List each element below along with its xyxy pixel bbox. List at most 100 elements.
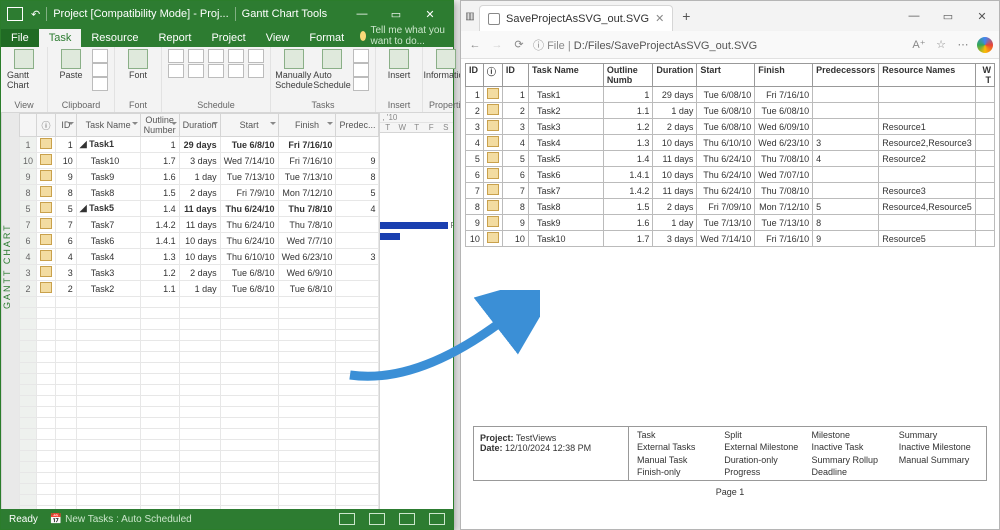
- maximize-icon[interactable]: ▭: [379, 8, 413, 21]
- task-row[interactable]: 44Task41.310 daysThu 6/10/10Wed 6/23/103: [20, 249, 379, 265]
- reader-icon[interactable]: A⁺: [911, 38, 927, 51]
- col-finish[interactable]: Finish: [295, 120, 319, 130]
- auto-schedule-button[interactable]: Auto Schedule: [315, 49, 349, 91]
- legend-item: Inactive Task: [808, 441, 895, 453]
- menu-project[interactable]: Project: [201, 29, 255, 47]
- titlebar[interactable]: ↶ Project [Compatibility Mode] - Proj...…: [1, 1, 453, 27]
- view-usage-icon[interactable]: [399, 513, 415, 525]
- new-tab-button[interactable]: +: [673, 5, 699, 27]
- legend-item: Task: [633, 429, 720, 441]
- menu-resource[interactable]: Resource: [81, 29, 148, 47]
- legend-item: Summary Rollup: [808, 454, 895, 466]
- qat-undo-icon[interactable]: ↶: [31, 8, 40, 21]
- legend-item: [895, 466, 982, 478]
- close-icon[interactable]: ✕: [413, 8, 447, 21]
- task-row[interactable]: 1010Task101.73 daysWed 7/14/10Fri 7/16/1…: [20, 153, 379, 169]
- br-minimize-icon[interactable]: —: [897, 10, 931, 23]
- task-grid[interactable]: ⓘ ID Task Name Outline Number Duration S…: [19, 113, 379, 509]
- br-close-icon[interactable]: ✕: [965, 10, 999, 23]
- gantt-bar[interactable]: [380, 233, 400, 240]
- minimize-icon[interactable]: —: [345, 8, 379, 20]
- url-field[interactable]: ⓘ File | D:/Files/SaveProjectAsSVG_out.S…: [533, 37, 905, 53]
- view-gantt-icon[interactable]: [369, 513, 385, 525]
- view-sidebar[interactable]: GANTT CHART: [1, 113, 19, 509]
- menu-task[interactable]: Task: [39, 29, 82, 47]
- pct0-icon[interactable]: [208, 49, 224, 63]
- save-icon[interactable]: [7, 7, 23, 21]
- svg-legend: Project: TestViews Date: 12/10/2024 12:3…: [473, 426, 987, 481]
- paste-button[interactable]: Paste: [54, 49, 88, 91]
- refresh-icon[interactable]: ⟳: [511, 38, 527, 51]
- task-row[interactable]: 55◢ Task51.411 daysThu 6/24/10Thu 7/8/10…: [20, 201, 379, 217]
- col-indicator[interactable]: ⓘ: [42, 121, 51, 131]
- outdent-icon[interactable]: [168, 49, 184, 63]
- legend-item: External Milestone: [720, 441, 807, 453]
- tab-close-icon[interactable]: ✕: [655, 12, 664, 25]
- legend-item: Manual Summary: [895, 454, 982, 466]
- view-normal-icon[interactable]: [339, 513, 355, 525]
- svg-table-row: 11Task1129 daysTue 6/08/10Fri 7/16/10: [466, 87, 995, 103]
- indent-icon[interactable]: [188, 49, 204, 63]
- msproject-window: ↶ Project [Compatibility Mode] - Proj...…: [0, 0, 454, 530]
- svg-table-row: 66Task61.4.110 daysThu 6/24/10Wed 7/07/1…: [466, 167, 995, 183]
- task-row[interactable]: 66Task61.4.110 daysThu 6/24/10Wed 7/7/10: [20, 233, 379, 249]
- font-button[interactable]: Font: [121, 49, 155, 80]
- svg-document: ID ⓘ ID Task Name Outline Numb Duration …: [465, 63, 995, 511]
- menu-report[interactable]: Report: [148, 29, 201, 47]
- pct50-icon[interactable]: [248, 49, 264, 63]
- split-icon[interactable]: [208, 64, 224, 78]
- inspect-icon[interactable]: [353, 49, 369, 63]
- favorite-icon[interactable]: ☆: [933, 38, 949, 51]
- menu-icon[interactable]: ⋯: [955, 38, 971, 51]
- br-maximize-icon[interactable]: ▭: [931, 10, 965, 23]
- pct100-icon[interactable]: [248, 64, 264, 78]
- col-pred[interactable]: Predec...: [339, 120, 375, 130]
- pct75-icon[interactable]: [228, 64, 244, 78]
- pct25-icon[interactable]: [228, 49, 244, 63]
- legend-item: Finish-only: [633, 466, 720, 478]
- address-bar: ← → ⟳ ⓘ File | D:/Files/SaveProjectAsSVG…: [461, 31, 999, 59]
- font-icon: [128, 49, 148, 69]
- menu-format[interactable]: Format: [299, 29, 354, 47]
- copy-icon[interactable]: [92, 63, 108, 77]
- insert-button[interactable]: Insert: [382, 49, 416, 80]
- gantt-chart-button[interactable]: Gantt Chart: [7, 49, 41, 90]
- unlink-icon[interactable]: [188, 64, 204, 78]
- task-row[interactable]: 11◢ Task1129 daysTue 6/8/10Fri 7/16/10: [20, 137, 379, 153]
- legend-item: Progress: [720, 466, 807, 478]
- tab-actions-icon[interactable]: ▥: [461, 11, 479, 22]
- link-icon[interactable]: [168, 64, 184, 78]
- svg-col-finish: Finish: [755, 64, 813, 87]
- gantt-bar[interactable]: [380, 222, 448, 229]
- task-row[interactable]: 33Task31.22 daysTue 6/8/10Wed 6/9/10: [20, 265, 379, 281]
- page-icon: [488, 13, 500, 25]
- copilot-icon[interactable]: [977, 37, 993, 53]
- svg-col-rowid: ID: [466, 64, 484, 87]
- back-icon[interactable]: ←: [467, 39, 483, 51]
- legend-item: Duration-only: [720, 454, 807, 466]
- browser-titlebar[interactable]: ▥ SaveProjectAsSVG_out.SVG ✕ + — ▭ ✕: [461, 1, 999, 31]
- menu-file[interactable]: File: [1, 29, 39, 47]
- svg-task-table: ID ⓘ ID Task Name Outline Numb Duration …: [465, 63, 995, 247]
- legend-item: Deadline: [808, 466, 895, 478]
- forward-icon[interactable]: →: [489, 39, 505, 51]
- information-button[interactable]: Information: [429, 49, 463, 80]
- svg-col-pred: Predecessors: [813, 64, 879, 87]
- manual-schedule-button[interactable]: Manually Schedule: [277, 49, 311, 91]
- task-row[interactable]: 88Task81.52 daysFri 7/9/10Mon 7/12/105: [20, 185, 379, 201]
- task-row[interactable]: 99Task91.61 dayTue 7/13/10Tue 7/13/108: [20, 169, 379, 185]
- tell-me[interactable]: Tell me what you want to do...: [360, 25, 453, 47]
- col-start[interactable]: Start: [240, 120, 259, 130]
- move-icon[interactable]: [353, 63, 369, 77]
- task-row[interactable]: 22Task21.11 dayTue 6/8/10Tue 6/8/10: [20, 281, 379, 297]
- task-row[interactable]: 77Task71.4.211 daysThu 6/24/10Thu 7/8/10: [20, 217, 379, 233]
- mode-icon[interactable]: [353, 77, 369, 91]
- browser-window: ▥ SaveProjectAsSVG_out.SVG ✕ + — ▭ ✕ ← →…: [460, 0, 1000, 530]
- col-task[interactable]: Task Name: [86, 120, 131, 130]
- format-painter-icon[interactable]: [92, 77, 108, 91]
- view-sheet-icon[interactable]: [429, 513, 445, 525]
- cut-icon[interactable]: [92, 49, 108, 63]
- menu-view[interactable]: View: [256, 29, 300, 47]
- legend-item: External Tasks: [633, 441, 720, 453]
- browser-tab[interactable]: SaveProjectAsSVG_out.SVG ✕: [479, 5, 673, 31]
